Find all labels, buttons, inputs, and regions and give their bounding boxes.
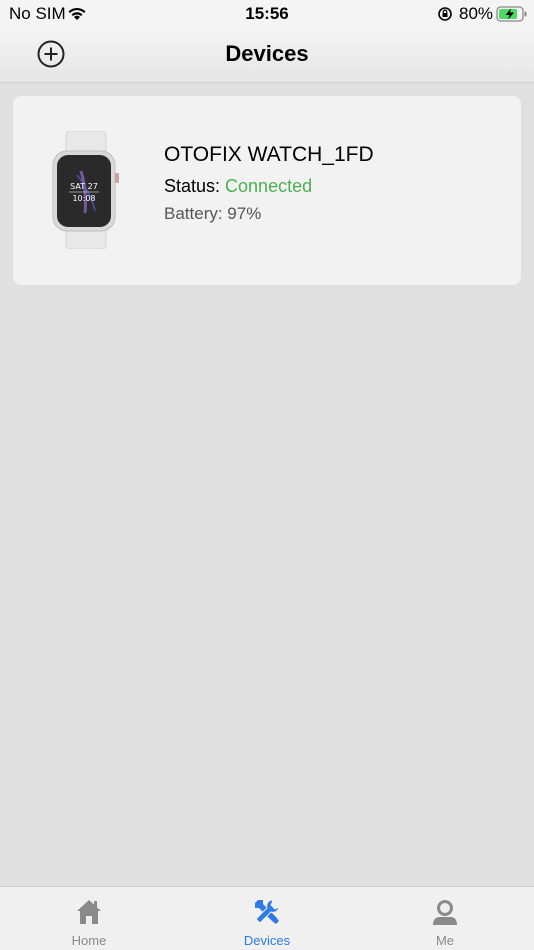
- tab-devices-label: Devices: [243, 933, 291, 948]
- home-icon: [77, 900, 101, 924]
- watch-day: SAT 27: [70, 182, 98, 191]
- tab-home[interactable]: Home: [0, 887, 178, 950]
- tab-me[interactable]: Me: [356, 887, 534, 950]
- tab-devices[interactable]: Devices: [178, 887, 356, 950]
- status-label: Status:: [164, 176, 226, 196]
- status-bar: No SIM 15:56 80%: [0, 0, 534, 28]
- user-icon: [433, 900, 457, 925]
- device-name: OTOFIX WATCH_1FD: [164, 143, 374, 166]
- page-title: Devices: [225, 41, 309, 66]
- tab-bar: Home Devices Me: [0, 886, 534, 950]
- nav-bar: Devices: [0, 28, 534, 83]
- device-battery: Battery: 97%: [164, 204, 262, 223]
- battery-charging-icon: [496, 6, 527, 22]
- device-status: Status: Connected: [164, 176, 312, 197]
- rotation-lock-icon: [438, 7, 452, 21]
- tab-me-label: Me: [435, 933, 455, 948]
- clock: 15:56: [245, 4, 289, 23]
- status-value: Connected: [225, 176, 313, 196]
- device-card[interactable]: SAT 27 10:08 OTOFIX WATCH_1FD Status: Co…: [13, 96, 521, 285]
- watch-time: 10:08: [72, 194, 95, 203]
- tab-home-label: Home: [71, 933, 107, 948]
- tools-icon: [255, 899, 280, 924]
- battery-percent: 80%: [459, 4, 494, 23]
- watch-image: SAT 27 10:08: [52, 131, 119, 249]
